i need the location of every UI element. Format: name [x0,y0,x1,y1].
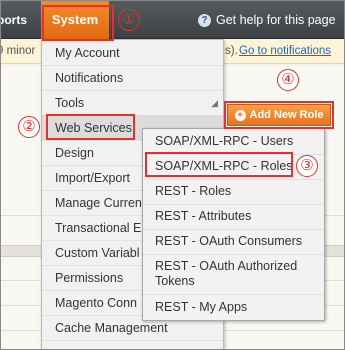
submenu-item-rest-oauth-tokens[interactable]: REST - OAuth Authorized Tokens [143,254,324,295]
notification-text-start: 9 minor [0,45,36,57]
step-badge-2: ② [18,116,40,138]
admin-window: ports System ? Get help for this page 9 … [0,0,345,350]
menu-item-notifications[interactable]: Notifications [42,65,223,91]
menu-item-my-account[interactable]: My Account [42,40,223,66]
submenu-arrow-icon: ◢ [211,98,218,108]
notification-text-end: s). [225,45,238,57]
annotation-box-system [42,5,114,41]
step-badge-3: ③ [296,155,318,177]
help-link[interactable]: ? Get help for this page [198,1,336,39]
annotation-box-web-services [46,114,135,140]
submenu-item-rest-oauth-consumers[interactable]: REST - OAuth Consumers [143,229,324,255]
step-badge-4: ④ [277,69,299,91]
annotation-box-soap-roles [145,152,293,177]
go-to-notifications-link[interactable]: Go to notifications [239,39,331,64]
nav-item-reports[interactable]: ports [1,1,27,39]
help-link-label: Get help for this page [216,13,336,27]
step-badge-1: ① [118,9,140,31]
help-icon: ? [198,13,211,27]
annotation-box-add-new-role [224,101,334,129]
menu-item-tools[interactable]: Tools ◢ [42,90,223,116]
submenu-item-rest-roles[interactable]: REST - Roles [143,179,324,205]
menu-item-tools-label: Tools [55,96,85,110]
submenu-item-rest-my-apps[interactable]: REST - My Apps [143,295,324,320]
submenu-item-rest-attributes[interactable]: REST - Attributes [143,204,324,230]
